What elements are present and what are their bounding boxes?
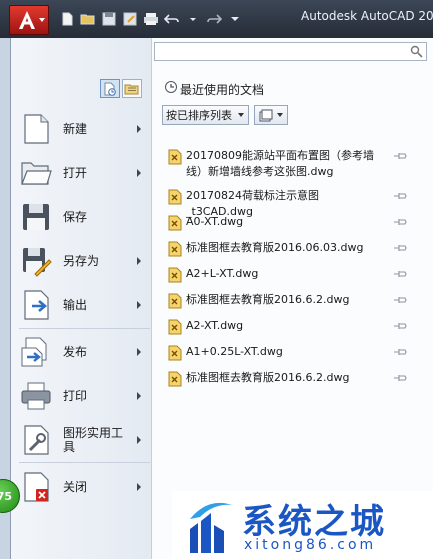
menu-item-export[interactable]: 输出 xyxy=(19,284,147,326)
autocad-logo-icon xyxy=(19,11,35,29)
icon-view-icon xyxy=(259,109,273,122)
save-as-icon[interactable] xyxy=(121,10,139,28)
menu-item-drawing-utilities[interactable]: 图形实用工具 xyxy=(19,419,147,461)
search-icon[interactable] xyxy=(410,45,423,58)
pin-icon[interactable] xyxy=(394,191,408,201)
chevron-down-icon xyxy=(238,113,244,117)
search-input[interactable] xyxy=(155,43,405,60)
save-icon[interactable] xyxy=(100,10,118,28)
menu-item-new[interactable]: 新建 xyxy=(19,108,147,150)
pin-icon[interactable] xyxy=(394,321,408,331)
open-folder-icon xyxy=(19,156,53,190)
open-icon[interactable] xyxy=(79,10,97,28)
pin-icon[interactable] xyxy=(394,347,408,357)
recent-file-name: 20170809能源站平面布置图（参考墙线）新增墙线参考这张图.dwg xyxy=(186,149,374,178)
recent-file-item[interactable]: A0-XT.dwg xyxy=(168,214,408,231)
recent-file-name: A2+L-XT.dwg xyxy=(186,267,259,280)
dwg-file-icon xyxy=(168,345,182,361)
wrench-icon xyxy=(19,423,53,457)
menu-item-publish[interactable]: 发布 xyxy=(19,331,147,373)
submenu-arrow-icon xyxy=(137,348,141,356)
recent-file-item[interactable]: 标准图框去教育版2016.6.2.dwg xyxy=(168,292,408,309)
recent-documents-heading: 最近使用的文档 xyxy=(180,83,265,97)
pin-icon[interactable] xyxy=(394,217,408,227)
application-menu-button[interactable] xyxy=(9,5,49,35)
title-bar: Autodesk AutoCAD 201 xyxy=(0,0,433,38)
submenu-arrow-icon xyxy=(137,169,141,177)
watermark-url: xitong86.com xyxy=(244,537,377,553)
printer-icon xyxy=(19,379,53,413)
recent-file-item[interactable]: A1+0.25L-XT.dwg xyxy=(168,344,408,361)
sort-order-dropdown[interactable]: 按已排序列表 xyxy=(162,105,249,125)
recent-file-name: 标准图框去教育版2016.6.2.dwg xyxy=(186,371,350,384)
pin-icon[interactable] xyxy=(394,295,408,305)
undo-dropdown-icon[interactable] xyxy=(184,10,202,28)
recent-file-name: 标准图框去教育版2016.6.2.dwg xyxy=(186,293,350,306)
dwg-file-icon xyxy=(168,371,182,387)
chevron-down-icon xyxy=(277,113,283,117)
menu-item-print[interactable]: 打印 xyxy=(19,375,147,417)
watermark: 系统之城 xitong86.com xyxy=(172,491,433,559)
pin-icon[interactable] xyxy=(394,269,408,279)
redo-icon[interactable] xyxy=(205,10,223,28)
quick-access-toolbar xyxy=(58,10,244,28)
menu-separator xyxy=(19,462,150,463)
recent-file-item[interactable]: A2+L-XT.dwg xyxy=(168,266,408,283)
menu-item-open[interactable]: 打开 xyxy=(19,152,147,194)
menu-separator xyxy=(19,328,150,329)
view-mode-toggle xyxy=(100,79,142,98)
open-documents-icon xyxy=(124,84,139,94)
undo-icon[interactable] xyxy=(163,10,181,28)
dwg-file-icon xyxy=(168,267,182,283)
submenu-arrow-icon xyxy=(137,301,141,309)
new-document-icon xyxy=(19,112,53,146)
dwg-file-icon xyxy=(168,319,182,335)
save-as-icon xyxy=(19,244,53,278)
recent-file-name: A2-XT.dwg xyxy=(186,319,244,332)
dwg-file-icon xyxy=(168,293,182,309)
menu-item-save-as[interactable]: 另存为 xyxy=(19,240,147,282)
menu-item-save[interactable]: 保存 xyxy=(19,196,147,238)
pin-icon[interactable] xyxy=(394,373,408,383)
dwg-file-icon xyxy=(168,215,182,231)
watermark-text: 系统之城 xyxy=(242,502,386,542)
search-box[interactable] xyxy=(154,42,427,61)
open-documents-toggle[interactable] xyxy=(122,79,142,98)
sort-order-value: 按已排序列表 xyxy=(166,109,232,122)
pin-icon[interactable] xyxy=(394,151,408,161)
watermark-logo-icon xyxy=(190,502,232,553)
recent-file-item[interactable]: 20170809能源站平面布置图（参考墙线）新增墙线参考这张图.dwg xyxy=(168,148,408,180)
submenu-arrow-icon xyxy=(137,483,141,491)
application-title: Autodesk AutoCAD 201 xyxy=(301,9,433,23)
customize-icon[interactable] xyxy=(226,10,244,28)
recent-documents-icon xyxy=(104,82,116,96)
publish-icon xyxy=(19,335,53,369)
submenu-arrow-icon xyxy=(137,392,141,400)
recent-clock-icon xyxy=(165,81,177,93)
recent-documents-toggle[interactable] xyxy=(100,79,120,98)
dwg-file-icon xyxy=(168,149,182,165)
chevron-down-icon xyxy=(39,18,45,22)
export-icon xyxy=(19,288,53,322)
submenu-arrow-icon xyxy=(137,257,141,265)
pin-icon[interactable] xyxy=(394,243,408,253)
menu-item-close[interactable]: 关闭 xyxy=(19,466,147,508)
recent-file-name: 标准图框去教育版2016.06.03.dwg xyxy=(186,241,364,254)
floppy-disk-icon xyxy=(19,200,53,234)
dwg-file-icon xyxy=(168,189,182,205)
recent-file-item[interactable]: 标准图框去教育版2016.06.03.dwg xyxy=(168,240,408,257)
dwg-file-icon xyxy=(168,241,182,257)
new-icon[interactable] xyxy=(58,10,76,28)
recent-file-name: A1+0.25L-XT.dwg xyxy=(186,345,283,358)
submenu-arrow-icon xyxy=(137,125,141,133)
recent-file-name: A0-XT.dwg xyxy=(186,215,244,228)
plot-icon[interactable] xyxy=(142,10,160,28)
recent-file-item[interactable]: 标准图框去教育版2016.6.2.dwg xyxy=(168,370,408,387)
recent-file-item[interactable]: A2-XT.dwg xyxy=(168,318,408,335)
submenu-arrow-icon xyxy=(137,436,141,444)
display-mode-dropdown[interactable] xyxy=(254,105,288,125)
close-document-icon xyxy=(19,470,53,504)
